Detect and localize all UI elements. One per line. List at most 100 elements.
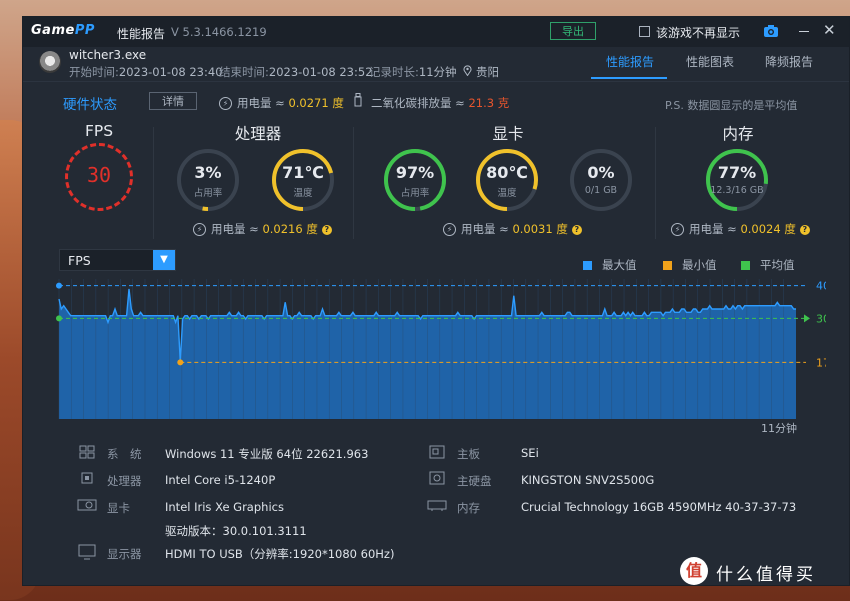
driver-version: 驱动版本：30.0.101.3111 [165, 524, 307, 538]
help-icon[interactable]: ? [799, 224, 810, 235]
location: 贵阳 [476, 65, 499, 79]
tab-throttle-report[interactable]: 降频报告 [765, 53, 813, 70]
legend-swatch [741, 261, 750, 270]
total-power: ⚡ 用电量 ≈ 0.0271 度 [219, 95, 344, 111]
co2-emission: 二氧化碳排放量 ≈ 21.3 克 [371, 96, 510, 110]
cpu-temp-label: 温度 [293, 188, 313, 199]
avg-arrow [804, 314, 810, 323]
fps-title: FPS [84, 122, 114, 140]
tab-performance-report[interactable]: 性能报告 [606, 53, 654, 70]
no-show-label: 该游戏不再显示 [656, 26, 741, 40]
hardware-status-title: 硬件状态 [63, 97, 117, 113]
gpu-value: Intel Iris Xe Graphics [165, 500, 284, 514]
ps-note: P.S. 数据圆显示的是平均值 [665, 99, 798, 112]
memory-usage-value: 77% [717, 163, 757, 182]
ram-icon [427, 500, 447, 511]
active-tab-indicator [591, 77, 667, 79]
power-icon: ⚡ [193, 223, 206, 236]
gamepp-report-window: GamePP 性能报告 V 5.3.1466.1219 导出 该游戏不再显示 ✕… [22, 16, 850, 586]
minimize-icon[interactable] [799, 31, 809, 32]
memory-title: 内存 [722, 125, 754, 143]
gpu-vram-label: 0/1 GB [584, 185, 618, 196]
help-icon[interactable]: ? [571, 224, 582, 235]
disk-key: 主硬盘 [457, 474, 492, 488]
no-show-checkbox[interactable] [639, 26, 650, 37]
motherboard-icon [429, 445, 445, 459]
watermark-text: 什么值得买 [716, 565, 816, 585]
gpu-temp-label: 温度 [497, 188, 517, 199]
section-divider [353, 127, 354, 239]
title-bar: GamePP 性能报告 V 5.3.1466.1219 导出 该游戏不再显示 ✕ [23, 17, 849, 47]
gpu-usage-label: 占用率 [400, 188, 430, 199]
gpu-temp-value: 80℃ [486, 163, 528, 182]
gpu-power: ⚡ 用电量 ≈ 0.0031 度? [443, 221, 582, 237]
legend-swatch [663, 261, 672, 270]
os-value: Windows 11 专业版 64位 22621.963 [165, 447, 369, 461]
window-title: 性能报告 [117, 27, 166, 41]
cpu-value: Intel Core i5-1240P [165, 473, 276, 487]
fps-chart[interactable]: 40 30.2 17 [56, 279, 826, 419]
game-app-icon [39, 51, 61, 73]
help-icon[interactable]: ? [321, 224, 332, 235]
cpu-usage-value: 3% [194, 163, 222, 182]
max-point [56, 282, 62, 289]
avg-point [56, 315, 62, 322]
start-time: 开始时间:2023-01-08 23:40 [69, 65, 223, 79]
cpu-power: ⚡ 用电量 ≈ 0.0216 度? [193, 221, 332, 237]
monitor-icon [78, 544, 96, 560]
power-icon: ⚡ [219, 97, 232, 110]
power-icon: ⚡ [671, 223, 684, 236]
chart-duration-label: 11分钟 [761, 422, 797, 435]
watermark-logo: 值 [680, 557, 708, 585]
max-label: 40 [816, 280, 826, 293]
gpu-usage-value: 97% [395, 163, 435, 182]
avg-label: 30.2 [816, 312, 826, 325]
cpu-usage-label: 占用率 [193, 188, 223, 199]
cpu-title: 处理器 [234, 125, 282, 143]
gpu-title: 显卡 [492, 125, 524, 143]
disk-icon [429, 471, 445, 485]
motherboard-value: SEi [521, 446, 539, 460]
ram-key: 内存 [457, 501, 480, 515]
cpu-key: 处理器 [107, 474, 142, 488]
windows-icon [79, 445, 95, 459]
metric-dropdown[interactable]: FPS ▼ [59, 249, 176, 271]
legend-swatch [583, 261, 592, 270]
close-icon[interactable]: ✕ [823, 23, 837, 38]
fps-average-value: 30 [86, 163, 112, 187]
location-pin-icon [463, 65, 472, 76]
cpu-temp-value: 71℃ [282, 163, 324, 182]
chevron-down-icon[interactable]: ▼ [153, 250, 175, 270]
min-label: 17 [816, 356, 826, 369]
tab-performance-chart[interactable]: 性能图表 [686, 53, 734, 70]
end-time: 结束时间:2023-01-08 23:52 [219, 65, 373, 79]
gpu-vram-value: 0% [587, 163, 615, 182]
legend-avg: 平均值 [741, 257, 795, 273]
os-key: 系 统 [107, 447, 142, 461]
co2-bottle-icon [354, 93, 362, 107]
duration: 记录时长:11分钟 [369, 65, 457, 79]
legend-min: 最小值 [663, 257, 717, 273]
header-divider [23, 81, 849, 82]
memory-usage-label: 12.3/16 GB [710, 185, 764, 196]
monitor-value: HDMI TO USB（分辨率:1920*1080 60Hz) [165, 547, 395, 561]
ram-value: Crucial Technology 16GB 4590MHz 40-37-37… [521, 500, 797, 514]
section-divider [153, 127, 154, 239]
section-divider [655, 127, 656, 239]
gpu-key: 显卡 [107, 501, 130, 515]
metric-selected: FPS [68, 253, 91, 268]
process-name: witcher3.exe [69, 48, 147, 62]
legend-max: 最大值 [583, 257, 637, 273]
motherboard-key: 主板 [457, 447, 480, 461]
cpu-icon [81, 472, 93, 484]
export-button[interactable]: 导出 [550, 22, 596, 40]
power-icon: ⚡ [443, 223, 456, 236]
disk-value: KINGSTON SNV2S500G [521, 473, 655, 487]
version-label: V 5.3.1466.1219 [171, 25, 267, 39]
camera-icon[interactable] [763, 24, 779, 38]
min-point [177, 359, 184, 366]
details-button[interactable]: 详情 [149, 92, 197, 110]
memory-power: ⚡ 用电量 ≈ 0.0024 度? [671, 221, 810, 237]
gpu-icon [77, 499, 97, 511]
gamepp-logo: GamePP [31, 23, 95, 38]
